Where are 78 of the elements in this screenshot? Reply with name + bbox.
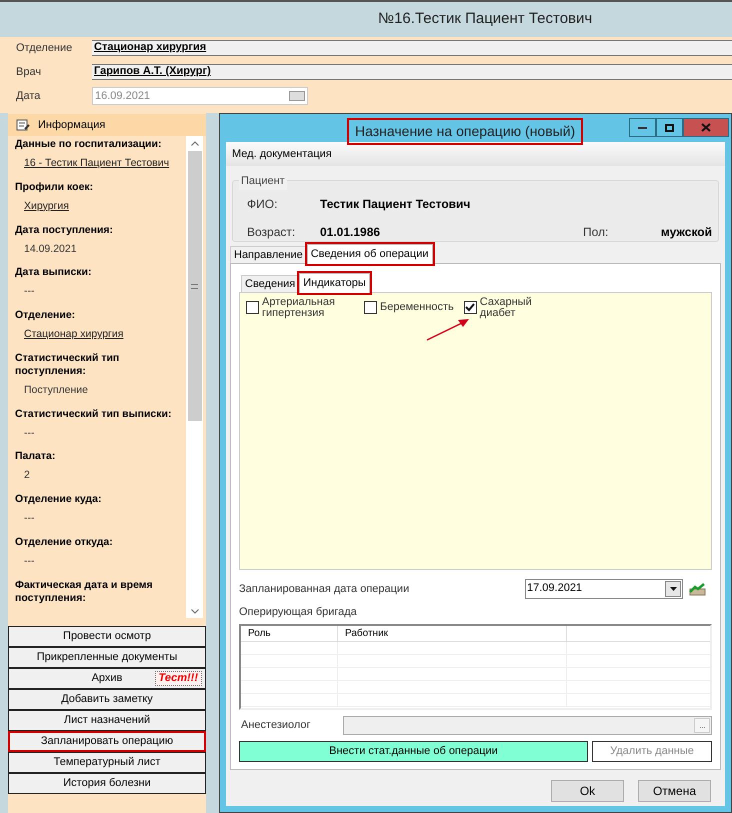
info-value: --- xyxy=(24,284,34,300)
tab[interactable]: Индикаторы xyxy=(299,273,370,293)
action-button[interactable]: История болезни xyxy=(8,773,206,794)
action-button[interactable]: Запланировать операцию xyxy=(8,731,206,752)
field-label: ФИО: xyxy=(247,196,278,213)
checkbox[interactable] xyxy=(464,301,477,314)
tab[interactable]: Сведения об операции xyxy=(306,244,433,264)
chevron-down-icon[interactable] xyxy=(190,609,198,614)
annotation-arrow xyxy=(426,317,470,341)
info-label: Фактическая дата и время поступления: xyxy=(15,578,154,604)
info-label: Дата поступления: xyxy=(15,224,114,236)
info-label: Палата: xyxy=(15,450,56,464)
info-label: Профили коек: xyxy=(15,180,94,194)
tab[interactable]: Сведения xyxy=(241,275,300,292)
field-value[interactable]: Гарипов А.Т. (Хирург) xyxy=(92,64,732,80)
checkbox[interactable] xyxy=(246,301,259,314)
date-field[interactable]: 17.09.2021 xyxy=(525,579,683,599)
patient-name: Тестик Пациент Тестович xyxy=(320,196,470,213)
group-label: Пациент xyxy=(239,173,287,190)
scrollbar[interactable] xyxy=(186,136,203,618)
calendar-icon xyxy=(289,91,305,101)
anesthesiologist-field[interactable] xyxy=(343,716,712,735)
info-value: --- xyxy=(24,554,34,569)
field-label: Запланированная дата операции xyxy=(239,582,410,597)
chart-icon[interactable] xyxy=(689,582,706,596)
info-label: Отделение откуда: xyxy=(15,536,114,549)
info-value: --- xyxy=(24,426,34,440)
panel-title: Информация xyxy=(38,118,106,133)
dialog-button[interactable]: Ok xyxy=(551,780,624,802)
birth-date: 01.01.1986 xyxy=(320,224,380,241)
test-badge: Тест!!! xyxy=(154,671,202,686)
maximize-icon xyxy=(665,124,674,132)
action-button[interactable]: Лист назначений xyxy=(8,710,206,731)
close-icon xyxy=(701,123,711,132)
info-link[interactable]: Хирургия xyxy=(24,198,69,214)
minimize-button[interactable] xyxy=(629,118,656,137)
field-label: Анестезиолог xyxy=(240,718,312,734)
info-label: Отделение: xyxy=(15,309,76,322)
field-label: Пол: xyxy=(583,224,608,241)
tab[interactable]: Направление xyxy=(230,246,307,263)
dialog-button[interactable]: Отмена xyxy=(638,780,711,802)
chevron-up-icon[interactable] xyxy=(190,141,198,146)
info-link[interactable]: 16 - Тестик Пациент Тестович xyxy=(24,156,170,172)
action-button[interactable]: Добавить заметку xyxy=(8,689,206,710)
info-label: Дата выписки: xyxy=(15,266,92,280)
column-header: Работник xyxy=(338,626,567,640)
info-label: Данные по госпитализации: xyxy=(15,138,162,151)
info-link[interactable]: Стационар хирургия xyxy=(24,327,124,343)
action-button[interactable]: Провести осмотр xyxy=(8,626,206,647)
checkbox[interactable] xyxy=(364,301,377,314)
info-label: Статистический тип выписки: xyxy=(15,408,172,420)
notepad-icon xyxy=(16,119,30,131)
stat-data-button[interactable]: Внести стат.данные об операции xyxy=(239,740,588,762)
window-title: №16.Тестик Пациент Тестович xyxy=(378,9,592,30)
minimize-icon xyxy=(638,126,647,128)
info-label: Статистический тип поступления: xyxy=(15,352,120,378)
field-value[interactable]: Стационар хирургия xyxy=(92,40,732,56)
field-label: Дата xyxy=(16,88,42,104)
dropdown-icon[interactable] xyxy=(665,581,681,597)
field-label: Возраст: xyxy=(247,224,296,241)
menu-item[interactable]: Мед. документация xyxy=(230,146,334,162)
checkbox-label: Сахарный диабет xyxy=(480,297,533,319)
info-value: Поступление xyxy=(24,382,88,398)
sex-value: мужской xyxy=(660,224,712,241)
info-value: --- xyxy=(24,511,34,526)
column-header: Роль xyxy=(241,626,338,640)
checkbox-label: Беременность xyxy=(380,302,454,313)
action-button[interactable]: Прикрепленные документы xyxy=(8,647,206,668)
section-label: Оперирующая бригада xyxy=(239,606,357,618)
dialog-title: Назначение на операцию (новый) xyxy=(347,118,584,145)
info-value: 2 xyxy=(24,468,30,484)
info-value: 14.09.2021 xyxy=(24,242,77,256)
action-button[interactable]: Температурный лист xyxy=(8,752,206,773)
field-label: Врач xyxy=(16,64,42,80)
close-button[interactable] xyxy=(683,118,729,137)
info-label: Отделение куда: xyxy=(15,493,102,506)
field-label: Отделение xyxy=(16,40,74,56)
checkbox-label: Артериальная гипертензия xyxy=(262,297,336,319)
